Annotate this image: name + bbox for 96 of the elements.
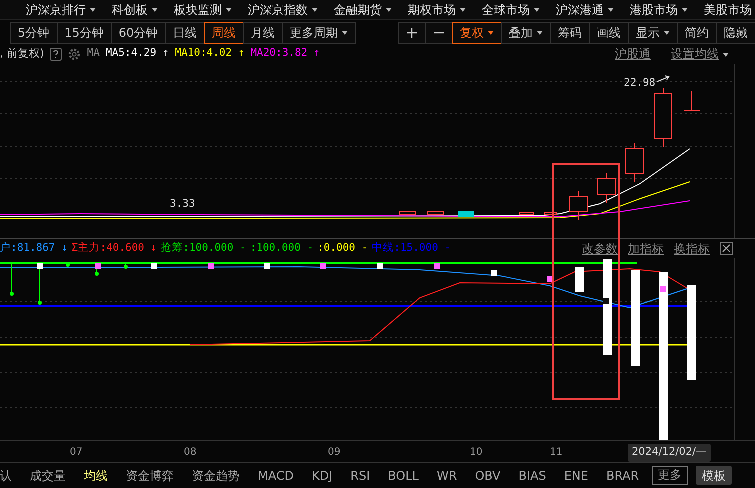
toolbar-button[interactable]: 显示 — [628, 22, 678, 44]
candlestick — [544, 212, 558, 216]
period-tab[interactable]: 周线 — [204, 22, 244, 44]
stem-marker — [66, 263, 70, 267]
moving-average-value: MA20:3.82 ↑ — [250, 46, 320, 62]
indicator-tab[interactable]: BOLL — [379, 466, 428, 484]
chart-link[interactable]: 设置均线 — [671, 45, 729, 63]
indicator-tab[interactable]: WR — [428, 466, 466, 484]
indicator-tab[interactable]: 成交量 — [21, 466, 75, 484]
indicator-value: Σ主力:40.600 ↓ — [72, 240, 158, 256]
candlestick — [570, 190, 588, 220]
indicator-tab[interactable]: 更多 — [652, 466, 688, 485]
indicator-value: :0.000 - — [318, 240, 368, 256]
menu-item[interactable]: 金融期货 — [326, 0, 400, 18]
toolbar-button[interactable]: 简约 — [677, 22, 717, 44]
indicator-value: 户:81.867 ↓ — [0, 240, 68, 256]
moving-average-value: MA5:4.29 ↑ — [106, 46, 170, 62]
menu-item[interactable]: 港股市场 — [622, 0, 696, 18]
indicator-tab[interactable]: ENE — [555, 466, 598, 484]
menu-item[interactable]: 全球市场 — [474, 0, 548, 18]
axis-label: 08 — [184, 446, 197, 460]
indicator-tab[interactable]: 资金博弈 — [117, 466, 183, 484]
zoom-in-button[interactable] — [398, 22, 426, 44]
square-marker — [377, 263, 383, 269]
indicator-bar — [575, 267, 584, 292]
close-icon[interactable] — [720, 242, 733, 255]
menu-item[interactable]: 板块监测 — [166, 0, 240, 18]
candlestick — [458, 211, 474, 217]
period-tab[interactable]: 更多周期 — [282, 22, 356, 44]
period-tab[interactable]: 日线 — [165, 22, 206, 44]
date-tooltip: 2024/12/02/— — [628, 444, 711, 462]
indicator-tab[interactable]: 模板 — [696, 466, 732, 485]
candlestick — [626, 142, 644, 182]
square-marker — [208, 263, 214, 269]
indicator-tab[interactable]: BRAR — [597, 466, 648, 484]
square-marker — [320, 263, 326, 269]
price-arrow-icon — [656, 76, 670, 82]
axis-label: 11 — [550, 446, 563, 460]
square-marker — [603, 298, 609, 304]
toolbar-button[interactable]: 画线 — [589, 22, 629, 44]
axis-label: 07 — [70, 446, 83, 460]
stem-marker — [124, 264, 128, 269]
candlestick — [654, 88, 672, 148]
indicator-action[interactable]: 加指标 — [628, 240, 664, 258]
period-tab[interactable]: 5分钟 — [10, 22, 58, 44]
menu-item[interactable]: 科创板 — [104, 0, 166, 18]
indicator-tab[interactable]: RSI — [342, 466, 380, 484]
period-tab[interactable]: 15分钟 — [56, 22, 112, 44]
indicator-value: :100.000 - — [250, 240, 314, 256]
square-marker — [151, 263, 157, 269]
chart-link[interactable]: 沪股通 — [615, 45, 651, 63]
indicator-value: 中线:15.000 - — [372, 240, 452, 256]
menu-item[interactable]: 沪深京排行 — [18, 0, 104, 18]
indicator-action[interactable]: 改参数 — [582, 240, 618, 258]
axis-label: 09 — [328, 446, 341, 460]
square-marker — [37, 263, 43, 269]
chart-title: , 前复权) — [0, 46, 44, 62]
indicator-tab[interactable]: KDJ — [302, 466, 342, 484]
toolbar-button[interactable]: 叠加 — [501, 22, 551, 44]
price-label: 22.98 — [624, 77, 656, 89]
toolbar-button[interactable]: 复权 — [452, 22, 502, 44]
settings-icon[interactable] — [68, 48, 82, 60]
square-marker — [491, 270, 497, 276]
period-tab[interactable]: 60分钟 — [110, 22, 166, 44]
indicator-value: 抢筹:100.000 - — [161, 240, 246, 256]
candlestick — [598, 172, 616, 204]
price-label: 3.33 — [170, 198, 196, 210]
square-marker — [264, 263, 270, 269]
toolbar-button[interactable]: 隐藏 — [716, 22, 755, 44]
square-marker — [95, 263, 101, 269]
plus-icon — [406, 26, 418, 38]
square-marker — [660, 286, 666, 292]
indicator-tab[interactable]: 均线 — [75, 466, 117, 484]
stem-marker — [10, 264, 14, 296]
indicator-tab[interactable]: MACD — [249, 466, 303, 484]
menu-item[interactable]: 沪深港通 — [548, 0, 622, 18]
indicator-tab[interactable]: BIAS — [510, 466, 556, 484]
moving-average-value: MA10:4.02 ↑ — [175, 46, 245, 62]
indicator-tab[interactable]: 资金趋势 — [183, 466, 249, 484]
period-tab[interactable]: 月线 — [243, 22, 284, 44]
candlestick — [400, 212, 416, 216]
menu-item[interactable]: 沪深京指数 — [240, 0, 326, 18]
axis-label: 10 — [470, 446, 483, 460]
toolbar-button[interactable]: 筹码 — [550, 22, 590, 44]
indicator-tab[interactable]: OBV — [466, 466, 510, 484]
candlestick — [684, 90, 700, 112]
candlestick — [428, 212, 444, 216]
square-marker — [434, 263, 440, 269]
ma-label: MA — [87, 46, 100, 62]
candlestick — [520, 212, 534, 216]
menu-item[interactable]: 美股市场 — [696, 0, 755, 18]
help-icon[interactable] — [50, 48, 62, 60]
zoom-out-button[interactable] — [425, 22, 453, 44]
menu-item[interactable]: 期权市场 — [400, 0, 474, 18]
indicator-action[interactable]: 换指标 — [674, 240, 710, 258]
indicator-tab[interactable]: 认 — [0, 466, 21, 484]
